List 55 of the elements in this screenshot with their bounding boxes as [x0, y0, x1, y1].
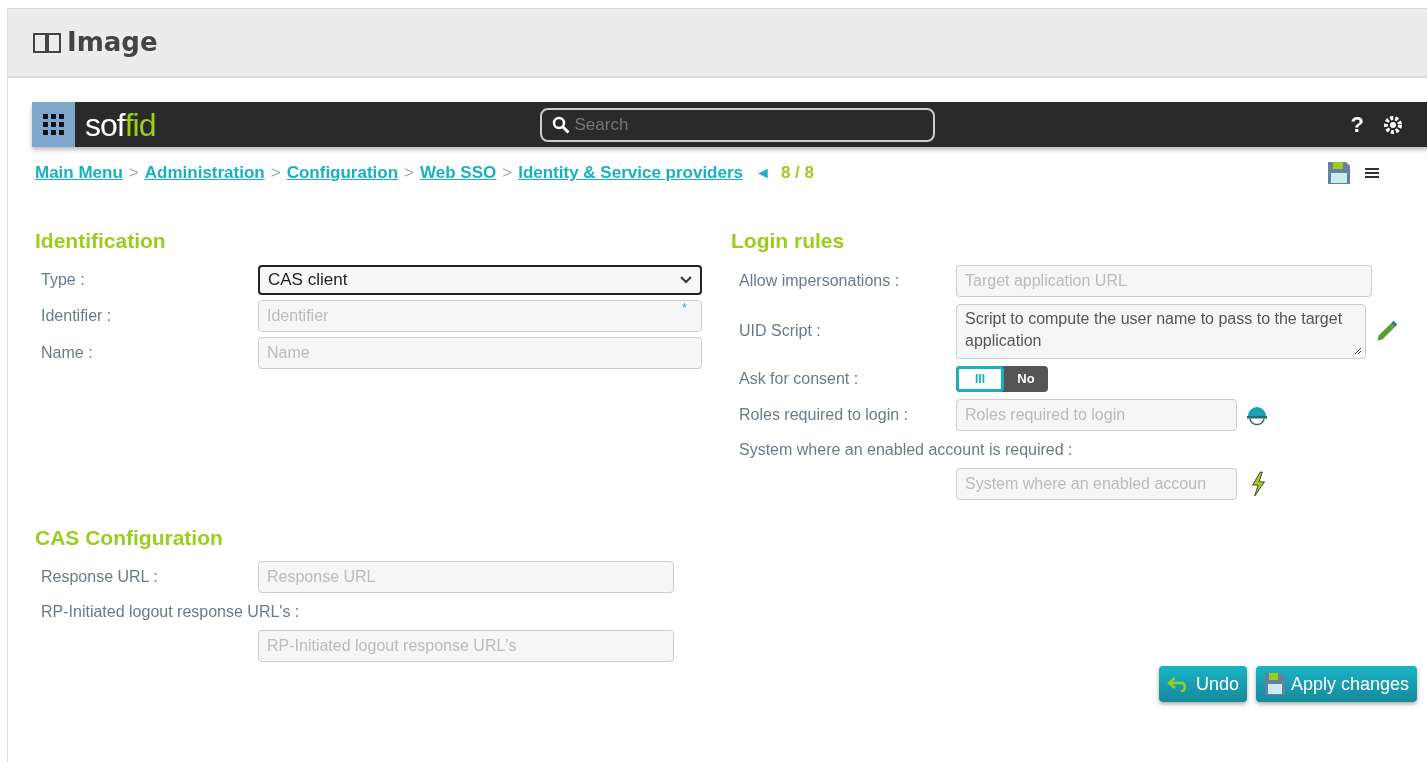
menu-icon[interactable] [1365, 167, 1379, 179]
app-grid-button[interactable] [32, 102, 75, 147]
input-field[interactable]: Name [258, 336, 702, 369]
grid-icon [42, 113, 65, 136]
undo-button[interactable]: Undo [1159, 666, 1248, 702]
field-label: Name : [41, 343, 93, 361]
field-label: Ask for consent : [739, 369, 859, 387]
consent-toggle[interactable]: III No [956, 365, 1048, 392]
search-field[interactable]: Search [540, 107, 936, 142]
book-icon [33, 31, 61, 54]
save-icon[interactable] [1327, 161, 1351, 185]
type-select[interactable]: CAS client [258, 264, 702, 295]
resize-handle-icon [1354, 346, 1362, 355]
help-button[interactable]: ? [1350, 108, 1364, 141]
breadcrumb-separator: > [404, 162, 415, 185]
required-mark: * [682, 300, 687, 317]
breadcrumb-link[interactable]: Administration [144, 160, 265, 186]
lightning-icon[interactable] [1249, 470, 1267, 497]
breadcrumb-link[interactable]: Configuration [286, 160, 399, 186]
breadcrumb-separator: > [502, 162, 513, 185]
pencil-icon[interactable] [1374, 318, 1400, 344]
input-field[interactable]: Target application URL [956, 264, 1372, 297]
field-label: Identifier : [41, 306, 112, 324]
input-field[interactable]: System where an enabled accoun [956, 467, 1237, 500]
logo: soffid [85, 108, 156, 141]
record-position: 8 / 8 [780, 162, 814, 185]
input-field[interactable]: Response URL [258, 561, 674, 593]
input-field[interactable]: Roles required to login [956, 398, 1237, 431]
breadcrumb-separator: > [270, 162, 281, 185]
field-label: Allow impersonations : [739, 271, 900, 289]
section-title: CAS Configuration [34, 524, 224, 551]
field-label: Roles required to login : [739, 405, 908, 423]
toggle-label: No [1016, 369, 1036, 388]
section-title: Login rules [731, 228, 846, 254]
search-icon [552, 115, 571, 134]
save-icon [1264, 672, 1287, 696]
field-label: UID Script : [739, 322, 821, 339]
script-field[interactable]: Script to compute the user name to pass to the target application [956, 303, 1366, 359]
field-label: System where an enabled account is required : [739, 439, 1074, 460]
input-field[interactable]: Identifier * [258, 299, 702, 332]
breadcrumb-separator: > [128, 162, 139, 185]
breadcrumb-link[interactable]: Web SSO [420, 160, 497, 186]
breadcrumb-link[interactable]: Identity & Service providers [518, 160, 744, 186]
panel-title: Image [67, 26, 158, 59]
settings-icon[interactable] [1381, 113, 1404, 136]
toggle-handle: III [956, 365, 1004, 392]
breadcrumb-link[interactable]: Main Menu [35, 160, 123, 186]
chevron-down-icon [680, 275, 692, 284]
section-title: Identification [34, 228, 167, 254]
field-label: Response URL : [41, 568, 158, 585]
field-label: RP-Initiated logout response URL's : [41, 602, 301, 622]
previous-button[interactable]: ◄ [755, 161, 771, 185]
field-label: Type : [41, 270, 85, 288]
input-field[interactable]: RP-Initiated logout response URL's [258, 630, 674, 662]
apply-button[interactable]: Apply changes [1256, 666, 1418, 702]
